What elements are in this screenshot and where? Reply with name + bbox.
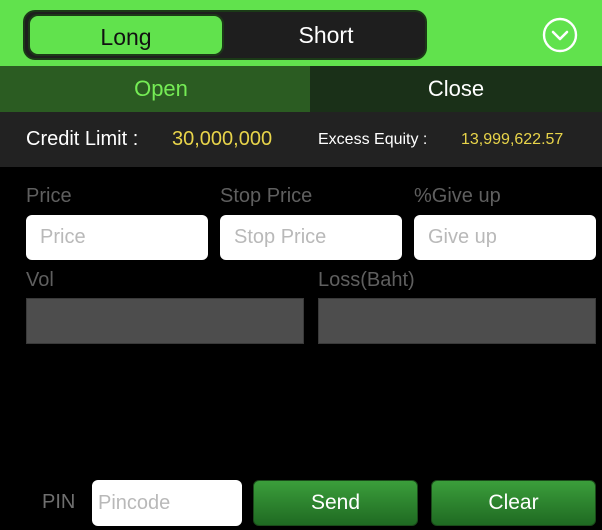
- long-button[interactable]: Long: [28, 14, 224, 56]
- trade-order-panel: Short Long Open Close Credit Limit : 30,…: [0, 0, 602, 530]
- direction-toggle: Short Long: [23, 10, 427, 60]
- credit-info-bar: Credit Limit : 30,000,000 Excess Equity …: [0, 112, 602, 167]
- credit-limit-value: 30,000,000: [172, 128, 273, 150]
- stop-price-label: Stop Price: [220, 185, 313, 207]
- loss-label: Loss(Baht): [318, 269, 415, 291]
- send-button[interactable]: Send: [253, 480, 418, 526]
- order-tabs: Open Close: [0, 66, 602, 112]
- excess-equity-value: 13,999,622.57: [461, 131, 564, 148]
- give-up-input[interactable]: [414, 215, 596, 260]
- tab-close[interactable]: Close: [310, 66, 602, 112]
- stop-price-input[interactable]: [220, 215, 402, 260]
- vol-field[interactable]: [26, 298, 304, 344]
- credit-limit-label: Credit Limit :: [26, 128, 139, 150]
- pincode-input[interactable]: [92, 480, 242, 526]
- top-bar: Short Long: [0, 0, 602, 66]
- price-input[interactable]: [26, 215, 208, 260]
- clear-button[interactable]: Clear: [431, 480, 596, 526]
- vol-label: Vol: [26, 269, 54, 291]
- give-up-label: %Give up: [414, 185, 501, 207]
- price-label: Price: [26, 185, 72, 207]
- excess-equity-label: Excess Equity :: [318, 131, 428, 148]
- short-button[interactable]: Short: [227, 12, 425, 58]
- loss-field[interactable]: [318, 298, 596, 344]
- order-form: Price Stop Price %Give up Vol Loss(Baht)…: [0, 167, 602, 530]
- tab-open[interactable]: Open: [12, 66, 310, 112]
- pin-label: PIN: [42, 491, 76, 513]
- chevron-down-circle-icon[interactable]: [542, 17, 578, 53]
